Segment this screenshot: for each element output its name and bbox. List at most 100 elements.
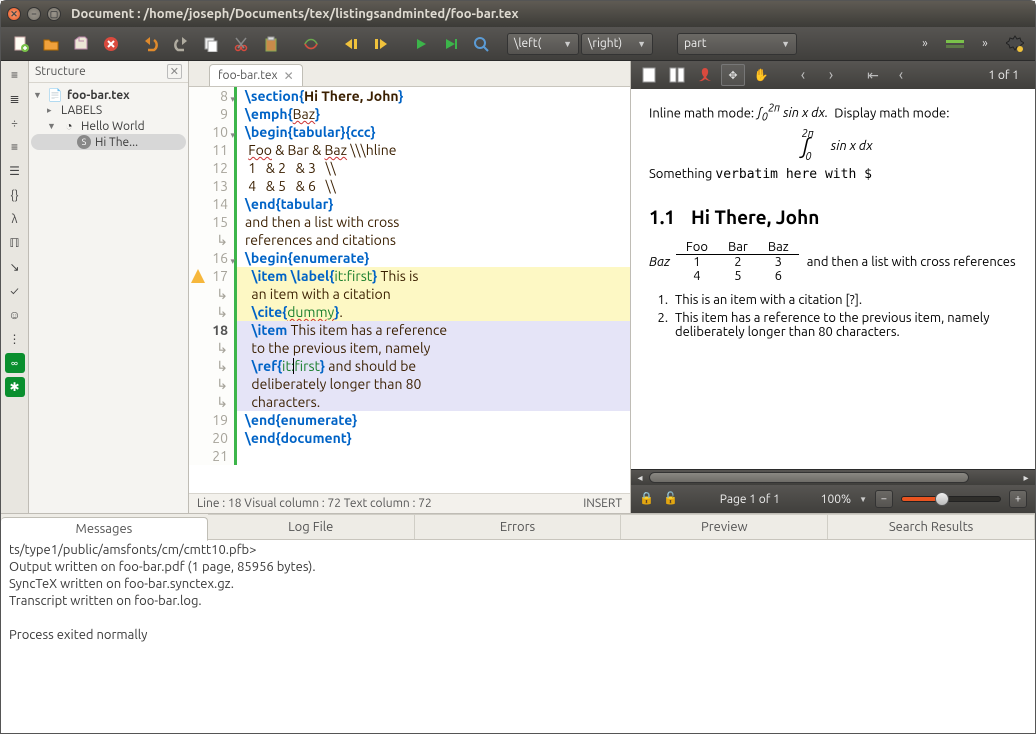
tab-logfile[interactable]: Log File bbox=[208, 514, 415, 539]
wizard-icon[interactable] bbox=[297, 31, 325, 57]
pdf-page-indicator: 1 of 1 bbox=[988, 69, 1019, 82]
scroll-left-icon[interactable]: ◂ bbox=[633, 471, 647, 485]
pdf-acrobat-icon[interactable] bbox=[693, 64, 717, 86]
titlebar: ✕ – ▢ Document : /home/joseph/Documents/… bbox=[1, 1, 1035, 27]
structure-title: Structure bbox=[35, 65, 86, 78]
strip-lines-icon[interactable]: ≡ bbox=[5, 137, 25, 157]
strip-arrow-icon[interactable]: ↘ bbox=[5, 257, 25, 277]
overflow-icon[interactable]: » bbox=[911, 31, 939, 57]
tree-section-1[interactable]: ▼◔Hello World bbox=[31, 118, 186, 134]
tree-labels[interactable]: ▸LABELS bbox=[31, 103, 186, 118]
lock-icon[interactable]: 🔒 bbox=[639, 491, 655, 507]
combo-label: part bbox=[684, 37, 706, 50]
pdf-multipage-icon[interactable] bbox=[665, 64, 689, 86]
tab-search-results[interactable]: Search Results bbox=[828, 514, 1035, 539]
pdf-after-table: and then a list with cross references bbox=[807, 255, 1016, 269]
log-line: Transcript written on foo-bar.log. bbox=[9, 593, 1027, 610]
editor-tab[interactable]: foo-bar.tex ✕ bbox=[209, 64, 303, 86]
scroll-right-icon[interactable]: ▸ bbox=[1019, 471, 1033, 485]
cut-icon[interactable] bbox=[227, 31, 255, 57]
pdf-statusbar: 🔒 🔓 Page 1 of 1 100%▼ − + bbox=[631, 485, 1035, 513]
section-combo[interactable]: part▼ bbox=[677, 33, 797, 55]
new-file-icon[interactable] bbox=[7, 31, 35, 57]
window-close-button[interactable]: ✕ bbox=[7, 7, 21, 21]
log-line: Process exited normally bbox=[9, 627, 1027, 644]
log-line: Output written on foo-bar.pdf (1 page, 8… bbox=[9, 559, 1027, 576]
strip-dots-icon[interactable]: ⋮ bbox=[5, 329, 25, 349]
messages-log[interactable]: ts/type1/public/amsfonts/cm/cmtt10.pfb> … bbox=[1, 540, 1035, 733]
pdf-inline-label: Inline math mode: bbox=[649, 106, 754, 120]
tree-section1-label: Hello World bbox=[81, 120, 145, 133]
pdf-first-icon[interactable]: ⇤ bbox=[861, 64, 885, 86]
zoom-slider[interactable] bbox=[901, 496, 1001, 502]
strip-para-icon[interactable]: ≡ bbox=[5, 65, 25, 85]
right-delimiter-combo[interactable]: \right)▼ bbox=[581, 33, 653, 55]
view-icon[interactable] bbox=[467, 31, 495, 57]
strip-math-icon[interactable]: ℿ bbox=[5, 233, 25, 253]
open-file-icon[interactable] bbox=[37, 31, 65, 57]
pdf-status-page: Page 1 of 1 bbox=[687, 493, 813, 506]
log-line: SyncTeX written on foo-bar.synctex.gz. bbox=[9, 576, 1027, 593]
strip-star-icon[interactable]: ✱ bbox=[5, 377, 25, 397]
strip-braces-icon[interactable]: {} bbox=[5, 185, 25, 205]
paste-icon[interactable] bbox=[257, 31, 285, 57]
pdf-page[interactable]: Inline math mode: ∫02π sin x dx. Display… bbox=[631, 89, 1035, 469]
structure-close-icon[interactable]: ✕ bbox=[167, 64, 182, 79]
strip-menu-icon[interactable]: ☰ bbox=[5, 161, 25, 181]
tree-labels-label: LABELS bbox=[61, 104, 102, 117]
pdf-back-icon[interactable]: ‹ bbox=[889, 64, 913, 86]
pdf-status-zoom: 100% bbox=[821, 493, 851, 506]
config-icon[interactable] bbox=[1001, 31, 1029, 57]
strip-check-icon[interactable]: ✓ bbox=[5, 281, 25, 301]
strip-list-icon[interactable]: ≣ bbox=[5, 89, 25, 109]
pdf-next-icon[interactable]: › bbox=[819, 64, 843, 86]
tree-root[interactable]: ▼📄foo-bar.tex bbox=[31, 87, 186, 103]
combo-label: \left( bbox=[514, 37, 541, 50]
pdf-section-title: Hi There, John bbox=[691, 206, 819, 228]
zoom-out-button[interactable]: − bbox=[875, 490, 893, 508]
left-delimiter-combo[interactable]: \left(▼ bbox=[507, 33, 579, 55]
copy-icon[interactable] bbox=[197, 31, 225, 57]
strip-divide-icon[interactable]: ÷ bbox=[5, 113, 25, 133]
pdf-display-label: Display math mode: bbox=[834, 106, 949, 120]
tab-preview[interactable]: Preview bbox=[621, 514, 828, 539]
strip-infinity-icon[interactable]: ∞ bbox=[5, 353, 25, 373]
build-view-icon[interactable] bbox=[437, 31, 465, 57]
strip-lambda-icon[interactable]: λ bbox=[5, 209, 25, 229]
editor-pane: foo-bar.tex ✕ 8▾\section{Hi There, John}… bbox=[189, 61, 631, 513]
lock-open-icon[interactable]: 🔓 bbox=[663, 491, 679, 507]
strip-face-icon[interactable]: ☺ bbox=[5, 305, 25, 325]
scroll-thumb[interactable] bbox=[649, 472, 969, 483]
bottom-panel: Messages Log File Errors Preview Search … bbox=[1, 513, 1035, 733]
pdf-table-sidelabel: Baz bbox=[649, 255, 672, 269]
redo-icon[interactable] bbox=[167, 31, 195, 57]
pdf-prev-icon[interactable]: ‹ bbox=[791, 64, 815, 86]
editor-statusbar: Line : 18 Visual column : 72 Text column… bbox=[189, 493, 630, 513]
window-minimize-button[interactable]: – bbox=[27, 7, 41, 21]
highlight-icon[interactable] bbox=[941, 31, 969, 57]
zoom-in-button[interactable]: + bbox=[1009, 490, 1027, 508]
editor-tab-close-icon[interactable]: ✕ bbox=[284, 69, 294, 83]
build-icon[interactable] bbox=[407, 31, 435, 57]
tab-errors[interactable]: Errors bbox=[415, 514, 622, 539]
prev-mark-icon[interactable] bbox=[337, 31, 365, 57]
pdf-page-icon[interactable] bbox=[637, 64, 661, 86]
tree-section-2[interactable]: SHi The... bbox=[31, 134, 186, 150]
next-mark-icon[interactable] bbox=[367, 31, 395, 57]
close-icon[interactable] bbox=[97, 31, 125, 57]
undo-icon[interactable] bbox=[137, 31, 165, 57]
status-mode: INSERT bbox=[583, 497, 622, 510]
pdf-toolbar: ✥ ✋ ‹ › ⇤ ‹ 1 of 1 bbox=[631, 61, 1035, 89]
pdf-something: Something bbox=[649, 167, 715, 181]
main-toolbar: \left(▼ \right)▼ part▼ » » bbox=[1, 27, 1035, 61]
window-title: Document : /home/joseph/Documents/tex/li… bbox=[71, 7, 519, 21]
window-maximize-button[interactable]: ▢ bbox=[47, 7, 61, 21]
pdf-hscrollbar[interactable]: ◂ ▸ bbox=[631, 469, 1035, 485]
code-area[interactable]: 8▾\section{Hi There, John} 9\emph{Baz} 1… bbox=[189, 87, 630, 493]
save-icon[interactable] bbox=[67, 31, 95, 57]
tab-messages[interactable]: Messages bbox=[1, 517, 208, 541]
pdf-fit-icon[interactable]: ✥ bbox=[721, 64, 745, 86]
overflow2-icon[interactable]: » bbox=[971, 31, 999, 57]
pdf-hand-icon[interactable]: ✋ bbox=[749, 64, 773, 86]
pdf-verbatim: verbatim here with $ bbox=[715, 167, 872, 182]
